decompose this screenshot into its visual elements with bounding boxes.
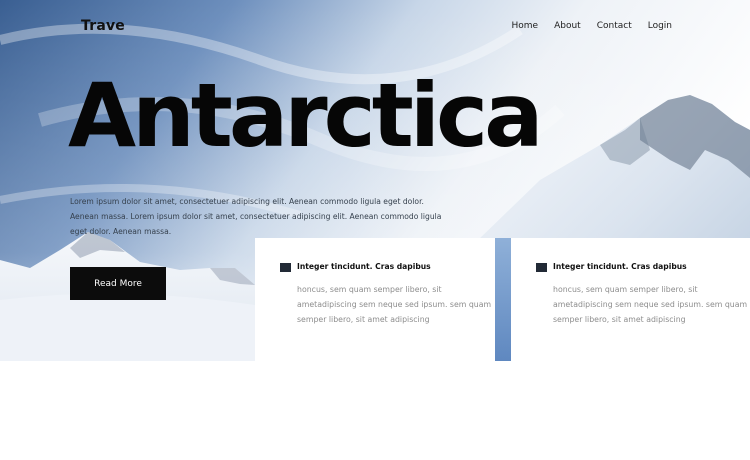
read-more-button[interactable]: Read More bbox=[70, 267, 166, 300]
nav-link-login[interactable]: Login bbox=[648, 21, 672, 31]
feature-card: Integer tincidunt. Cras dapibus honcus, … bbox=[511, 238, 750, 361]
hero-intro-text: Lorem ipsum dolor sit amet, consectetuer… bbox=[70, 197, 442, 236]
square-bullet-icon bbox=[280, 263, 291, 272]
main-nav: Home About Contact Login bbox=[512, 21, 672, 31]
feature-card-title: Integer tincidunt. Cras dapibus bbox=[553, 262, 687, 271]
feature-card-title: Integer tincidunt. Cras dapibus bbox=[297, 262, 431, 271]
nav-link-about[interactable]: About bbox=[554, 21, 581, 31]
nav-link-contact[interactable]: Contact bbox=[597, 21, 632, 31]
feature-card-text: honcus, sem quam semper libero, sit amet… bbox=[297, 285, 492, 324]
brand-logo[interactable]: Trave bbox=[81, 18, 125, 34]
feature-card: Integer tincidunt. Cras dapibus honcus, … bbox=[255, 238, 495, 361]
nav-link-home[interactable]: Home bbox=[512, 21, 539, 31]
hero-title: Antarctica bbox=[68, 64, 544, 167]
feature-card-text: honcus, sem quam semper libero, sit amet… bbox=[553, 285, 748, 324]
square-bullet-icon bbox=[536, 263, 547, 272]
